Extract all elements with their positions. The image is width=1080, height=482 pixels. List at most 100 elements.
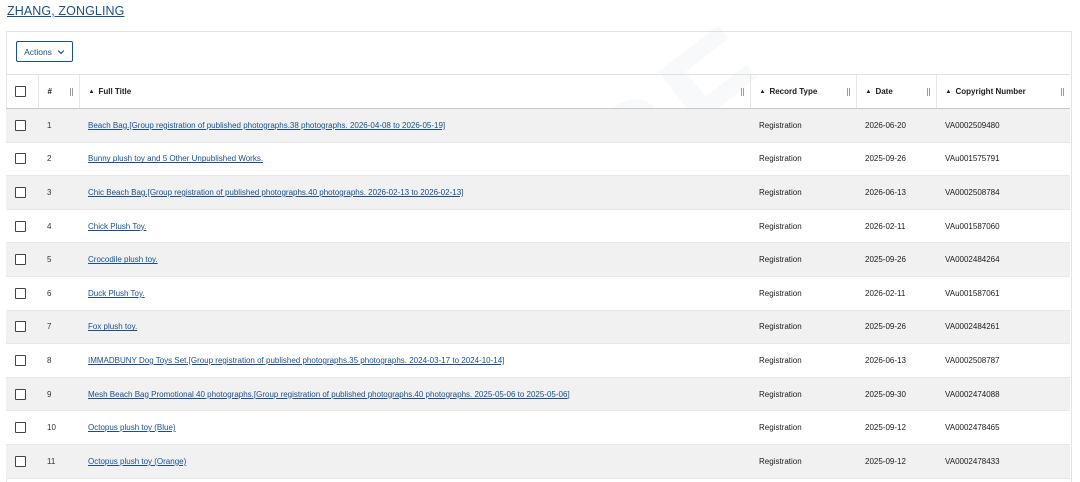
row-copyright-number: VA0002508784 (936, 175, 1070, 210)
row-copyright-number: VAu001587060 (936, 209, 1070, 244)
column-header-full-title[interactable]: ▲ Full Title (78, 74, 750, 109)
table-row: 2 Bunny plush toy and 5 Other Unpublished… (6, 142, 1070, 177)
record-title-link[interactable]: Chic Beach Bag.[Group registration of pu… (88, 188, 463, 197)
record-title-link[interactable]: Fox plush toy. (88, 322, 137, 331)
column-label-index: # (47, 87, 52, 96)
row-record-type: Registration (750, 377, 856, 412)
row-checkbox[interactable] (15, 321, 26, 333)
row-copyright-number: VA0002478433 (936, 444, 1070, 479)
row-number: 7 (38, 310, 79, 345)
row-checkbox[interactable] (15, 153, 26, 165)
row-copyright-number: VAu001587061 (936, 276, 1070, 311)
row-date: 2025-09-26 (856, 242, 936, 277)
row-number: 2 (38, 142, 79, 177)
column-header-date[interactable]: ▲ Date (855, 74, 936, 109)
table-row: 6 Duck Plush Toy. Registration 2026-02-11 VA… (6, 276, 1070, 311)
row-record-type: Registration (750, 410, 856, 445)
row-date: 2025-09-30 (856, 377, 936, 412)
author-name-link[interactable]: ZHANG, ZONGLING (7, 4, 124, 18)
row-checkbox[interactable] (15, 354, 26, 366)
row-title-cell: Chic Beach Bag.[Group registration of pu… (79, 175, 750, 210)
row-checkbox[interactable] (15, 220, 26, 232)
sort-up-icon: ▲ (945, 89, 952, 95)
row-number: 11 (38, 444, 79, 479)
row-title-cell: Crocodile plush toy. (79, 242, 750, 277)
column-header-copyright-number[interactable]: ▲ Copyright Number (935, 74, 1070, 109)
row-title-cell: Octopus plush toy (Orange) (79, 444, 750, 479)
record-title-link[interactable]: Beach Bag.[Group registration of publish… (88, 121, 445, 130)
row-copyright-number: VAu001575791 (936, 142, 1070, 177)
table-row: 8 IMMADBUNY Dog Toys Set.[Group registrat… (6, 343, 1070, 378)
column-header-index[interactable]: # (37, 74, 79, 109)
chevron-down-icon (57, 49, 65, 54)
row-checkbox[interactable] (15, 287, 26, 299)
row-number: 4 (38, 209, 79, 244)
select-all-header (6, 74, 38, 109)
column-resize-handle[interactable] (926, 88, 930, 96)
row-date: 2025-09-12 (856, 410, 936, 445)
row-number: 6 (38, 276, 79, 311)
row-select-cell (6, 242, 38, 277)
row-checkbox[interactable] (15, 422, 26, 434)
row-title-cell: Beach Bag.[Group registration of publish… (79, 108, 750, 143)
row-title-cell: IMMADBUNY Dog Toys Set.[Group registrati… (79, 343, 750, 378)
table-row: 9 Mesh Beach Bag Promotional 40 photograp… (6, 377, 1070, 412)
table-row: 7 Fox plush toy. Registration 2025-09-26 VA0… (6, 310, 1070, 345)
sort-up-icon: ▲ (759, 89, 766, 95)
row-number: 10 (38, 410, 79, 445)
row-title-cell: Fox plush toy. (79, 310, 750, 345)
row-copyright-number: VA0002484264 (936, 242, 1070, 277)
actions-button[interactable]: Actions (16, 41, 73, 62)
row-record-type: Registration (750, 142, 856, 177)
sort-up-icon: ▲ (865, 89, 872, 95)
record-title-link[interactable]: Octopus plush toy (Orange) (88, 457, 186, 466)
column-label-full-title: Full Title (98, 87, 132, 96)
table-row: 5 Crocodile plush toy. Registration 2025-09… (6, 242, 1070, 277)
record-title-link[interactable]: Mesh Beach Bag Promotional 40 photograph… (88, 390, 570, 399)
record-title-link[interactable]: Crocodile plush toy. (88, 255, 158, 264)
record-title-link[interactable]: Bunny plush toy and 5 Other Unpublished … (88, 154, 263, 163)
column-resize-handle[interactable] (1061, 88, 1064, 96)
results-table: # ▲ Full Title ▲ Record Type ▲ Date ▲ Copyri… (6, 74, 1070, 479)
record-title-link[interactable]: Chick Plush Toy. (88, 222, 146, 231)
row-title-cell: Octopus plush toy (Blue) (79, 410, 750, 445)
row-checkbox[interactable] (15, 186, 26, 198)
row-checkbox[interactable] (15, 119, 26, 131)
column-resize-handle[interactable] (846, 88, 850, 96)
column-label-date: Date (875, 87, 893, 96)
row-date: 2025-09-26 (856, 310, 936, 345)
row-date: 2025-09-26 (856, 142, 936, 177)
row-record-type: Registration (750, 276, 856, 311)
row-select-cell (6, 310, 38, 345)
row-checkbox[interactable] (15, 388, 26, 400)
row-date: 2026-02-11 (856, 209, 936, 244)
row-record-type: Registration (750, 343, 856, 378)
record-title-link[interactable]: IMMADBUNY Dog Toys Set.[Group registrati… (88, 356, 504, 365)
row-select-cell (6, 276, 38, 311)
column-label-copyright-number: Copyright Number (955, 87, 1026, 96)
row-record-type: Registration (750, 209, 856, 244)
row-title-cell: Duck Plush Toy. (79, 276, 750, 311)
row-record-type: Registration (750, 444, 856, 479)
row-number: 9 (38, 377, 79, 412)
row-record-type: Registration (750, 108, 856, 143)
row-copyright-number: VA0002509480 (936, 108, 1070, 143)
table-row: 10 Octopus plush toy (Blue) Registration 20… (6, 410, 1070, 445)
column-resize-handle[interactable] (69, 88, 73, 96)
row-title-cell: Bunny plush toy and 5 Other Unpublished … (79, 142, 750, 177)
row-number: 5 (38, 242, 79, 277)
record-title-link[interactable]: Octopus plush toy (Blue) (88, 423, 176, 432)
row-date: 2026-06-13 (856, 343, 936, 378)
row-select-cell (6, 444, 38, 479)
row-select-cell (6, 108, 38, 143)
row-select-cell (6, 209, 38, 244)
record-title-link[interactable]: Duck Plush Toy. (88, 289, 145, 298)
select-all-checkbox[interactable] (15, 86, 26, 97)
column-header-record-type[interactable]: ▲ Record Type (749, 74, 856, 109)
row-checkbox[interactable] (15, 254, 26, 266)
row-checkbox[interactable] (15, 455, 26, 467)
row-select-cell (6, 410, 38, 445)
row-record-type: Registration (750, 242, 856, 277)
row-copyright-number: VA0002474088 (936, 377, 1070, 412)
column-resize-handle[interactable] (740, 88, 744, 96)
